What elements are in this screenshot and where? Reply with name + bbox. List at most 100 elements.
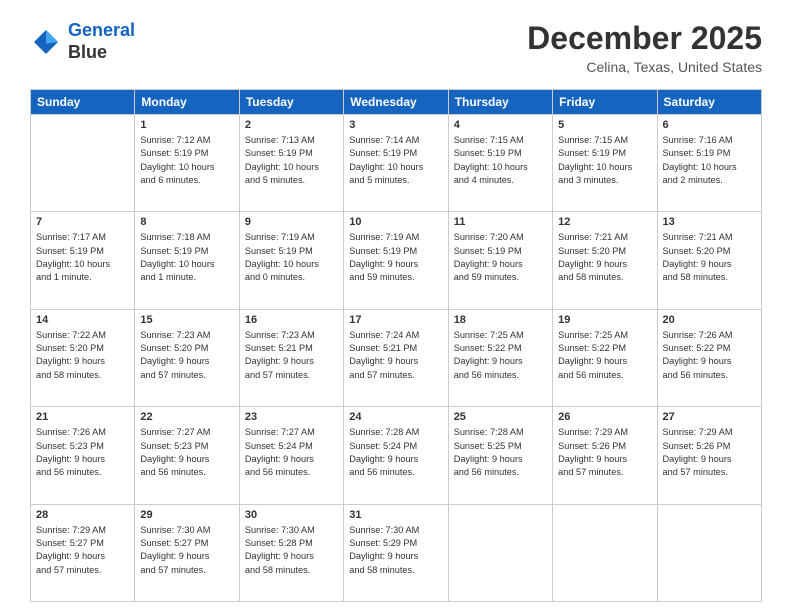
day-number: 15 [140,314,233,326]
day-info: Sunrise: 7:13 AM Sunset: 5:19 PM Dayligh… [245,134,338,187]
day-number: 20 [663,314,756,326]
day-info: Sunrise: 7:27 AM Sunset: 5:23 PM Dayligh… [140,426,233,479]
calendar-cell: 16Sunrise: 7:23 AM Sunset: 5:21 PM Dayli… [239,309,343,406]
calendar-cell: 8 Sunrise: 7:18 AM Sunset: 5:19 PM Daylig… [135,212,239,309]
calendar-week-row: 28 Sunrise: 7:29 AM Sunset: 5:27 PM Dayli… [31,504,762,601]
calendar-cell: 18 Sunrise: 7:25 AM Sunset: 5:22 PM Dayli… [448,309,552,406]
day-number: 16 [245,314,338,326]
day-number: 7 [36,216,129,228]
day-number: 3 [349,119,442,131]
day-info: Sunrise: 7:28 AM Sunset: 5:24 PM Dayligh… [349,426,442,479]
day-info: Sunrise: 7:28 AM Sunset: 5:25 PM Dayligh… [454,426,547,479]
page: General Blue December 2025 Celina, Texas… [0,0,792,612]
header-right: December 2025 Celina, Texas, United Stat… [527,20,762,75]
day-number: 22 [140,411,233,423]
day-number: 17 [349,314,442,326]
day-number: 5 [558,119,651,131]
calendar-cell: 22 Sunrise: 7:27 AM Sunset: 5:23 PM Dayli… [135,407,239,504]
calendar-header-cell: Tuesday [239,90,343,115]
day-info: Sunrise: 7:21 AM Sunset: 5:20 PM Dayligh… [558,231,651,284]
day-info: Sunrise: 7:16 AM Sunset: 5:19 PM Dayligh… [663,134,756,187]
day-info: Sunrise: 7:19 AM Sunset: 5:19 PM Dayligh… [349,231,442,284]
calendar-cell [553,504,657,601]
calendar-cell: 10Sunrise: 7:19 AM Sunset: 5:19 PM Dayli… [344,212,448,309]
calendar-cell: 11 Sunrise: 7:20 AM Sunset: 5:19 PM Dayli… [448,212,552,309]
day-info: Sunrise: 7:20 AM Sunset: 5:19 PM Dayligh… [454,231,547,284]
calendar-cell: 4 Sunrise: 7:15 AM Sunset: 5:19 PM Daylig… [448,115,552,212]
day-info: Sunrise: 7:19 AM Sunset: 5:19 PM Dayligh… [245,231,338,284]
calendar-cell: 14Sunrise: 7:22 AM Sunset: 5:20 PM Dayli… [31,309,135,406]
calendar-week-row: 1 Sunrise: 7:12 AM Sunset: 5:19 PM Daylig… [31,115,762,212]
calendar-week-row: 14Sunrise: 7:22 AM Sunset: 5:20 PM Dayli… [31,309,762,406]
day-number: 9 [245,216,338,228]
day-info: Sunrise: 7:21 AM Sunset: 5:20 PM Dayligh… [663,231,756,284]
calendar-header-row: SundayMondayTuesdayWednesdayThursdayFrid… [31,90,762,115]
day-info: Sunrise: 7:29 AM Sunset: 5:27 PM Dayligh… [36,524,129,577]
day-number: 21 [36,411,129,423]
day-number: 2 [245,119,338,131]
day-number: 4 [454,119,547,131]
day-info: Sunrise: 7:30 AM Sunset: 5:28 PM Dayligh… [245,524,338,577]
calendar-cell: 31Sunrise: 7:30 AM Sunset: 5:29 PM Dayli… [344,504,448,601]
header: General Blue December 2025 Celina, Texas… [30,20,762,75]
day-number: 24 [349,411,442,423]
day-info: Sunrise: 7:26 AM Sunset: 5:22 PM Dayligh… [663,329,756,382]
day-info: Sunrise: 7:15 AM Sunset: 5:19 PM Dayligh… [454,134,547,187]
day-info: Sunrise: 7:25 AM Sunset: 5:22 PM Dayligh… [454,329,547,382]
day-number: 1 [140,119,233,131]
calendar-cell [31,115,135,212]
calendar-cell: 13 Sunrise: 7:21 AM Sunset: 5:20 PM Dayli… [657,212,761,309]
day-number: 29 [140,509,233,521]
calendar-cell: 23Sunrise: 7:27 AM Sunset: 5:24 PM Dayli… [239,407,343,504]
logo-text: General Blue [68,20,135,63]
calendar-cell: 30Sunrise: 7:30 AM Sunset: 5:28 PM Dayli… [239,504,343,601]
day-number: 6 [663,119,756,131]
calendar-cell: 19 Sunrise: 7:25 AM Sunset: 5:22 PM Dayli… [553,309,657,406]
day-number: 12 [558,216,651,228]
day-info: Sunrise: 7:17 AM Sunset: 5:19 PM Dayligh… [36,231,129,284]
day-info: Sunrise: 7:23 AM Sunset: 5:20 PM Dayligh… [140,329,233,382]
day-number: 19 [558,314,651,326]
day-info: Sunrise: 7:29 AM Sunset: 5:26 PM Dayligh… [558,426,651,479]
day-info: Sunrise: 7:12 AM Sunset: 5:19 PM Dayligh… [140,134,233,187]
calendar-cell: 15 Sunrise: 7:23 AM Sunset: 5:20 PM Dayli… [135,309,239,406]
calendar-cell: 5 Sunrise: 7:15 AM Sunset: 5:19 PM Daylig… [553,115,657,212]
calendar-header-cell: Sunday [31,90,135,115]
day-number: 25 [454,411,547,423]
day-number: 11 [454,216,547,228]
day-info: Sunrise: 7:30 AM Sunset: 5:27 PM Dayligh… [140,524,233,577]
calendar-cell: 28 Sunrise: 7:29 AM Sunset: 5:27 PM Dayli… [31,504,135,601]
day-info: Sunrise: 7:14 AM Sunset: 5:19 PM Dayligh… [349,134,442,187]
day-number: 18 [454,314,547,326]
calendar-header-cell: Thursday [448,90,552,115]
calendar-cell: 24 Sunrise: 7:28 AM Sunset: 5:24 PM Dayli… [344,407,448,504]
day-info: Sunrise: 7:25 AM Sunset: 5:22 PM Dayligh… [558,329,651,382]
day-number: 23 [245,411,338,423]
calendar-header-cell: Monday [135,90,239,115]
calendar-cell: 20 Sunrise: 7:26 AM Sunset: 5:22 PM Dayli… [657,309,761,406]
calendar-cell [657,504,761,601]
logo: General Blue [30,20,135,63]
calendar-cell: 21 Sunrise: 7:26 AM Sunset: 5:23 PM Dayli… [31,407,135,504]
calendar-cell: 1 Sunrise: 7:12 AM Sunset: 5:19 PM Daylig… [135,115,239,212]
day-number: 13 [663,216,756,228]
day-info: Sunrise: 7:18 AM Sunset: 5:19 PM Dayligh… [140,231,233,284]
calendar-week-row: 7 Sunrise: 7:17 AM Sunset: 5:19 PM Daylig… [31,212,762,309]
calendar-table: SundayMondayTuesdayWednesdayThursdayFrid… [30,89,762,602]
calendar-cell: 9 Sunrise: 7:19 AM Sunset: 5:19 PM Daylig… [239,212,343,309]
calendar-cell: 27Sunrise: 7:29 AM Sunset: 5:26 PM Dayli… [657,407,761,504]
calendar-cell: 7 Sunrise: 7:17 AM Sunset: 5:19 PM Daylig… [31,212,135,309]
day-info: Sunrise: 7:29 AM Sunset: 5:26 PM Dayligh… [663,426,756,479]
calendar-week-row: 21 Sunrise: 7:26 AM Sunset: 5:23 PM Dayli… [31,407,762,504]
day-info: Sunrise: 7:15 AM Sunset: 5:19 PM Dayligh… [558,134,651,187]
calendar-cell: 12 Sunrise: 7:21 AM Sunset: 5:20 PM Dayli… [553,212,657,309]
day-number: 8 [140,216,233,228]
calendar-cell [448,504,552,601]
day-number: 28 [36,509,129,521]
day-info: Sunrise: 7:26 AM Sunset: 5:23 PM Dayligh… [36,426,129,479]
calendar-header-cell: Friday [553,90,657,115]
calendar-cell: 29 Sunrise: 7:30 AM Sunset: 5:27 PM Dayli… [135,504,239,601]
calendar-header-cell: Wednesday [344,90,448,115]
month-title: December 2025 [527,20,762,57]
calendar-cell: 17Sunrise: 7:24 AM Sunset: 5:21 PM Dayli… [344,309,448,406]
